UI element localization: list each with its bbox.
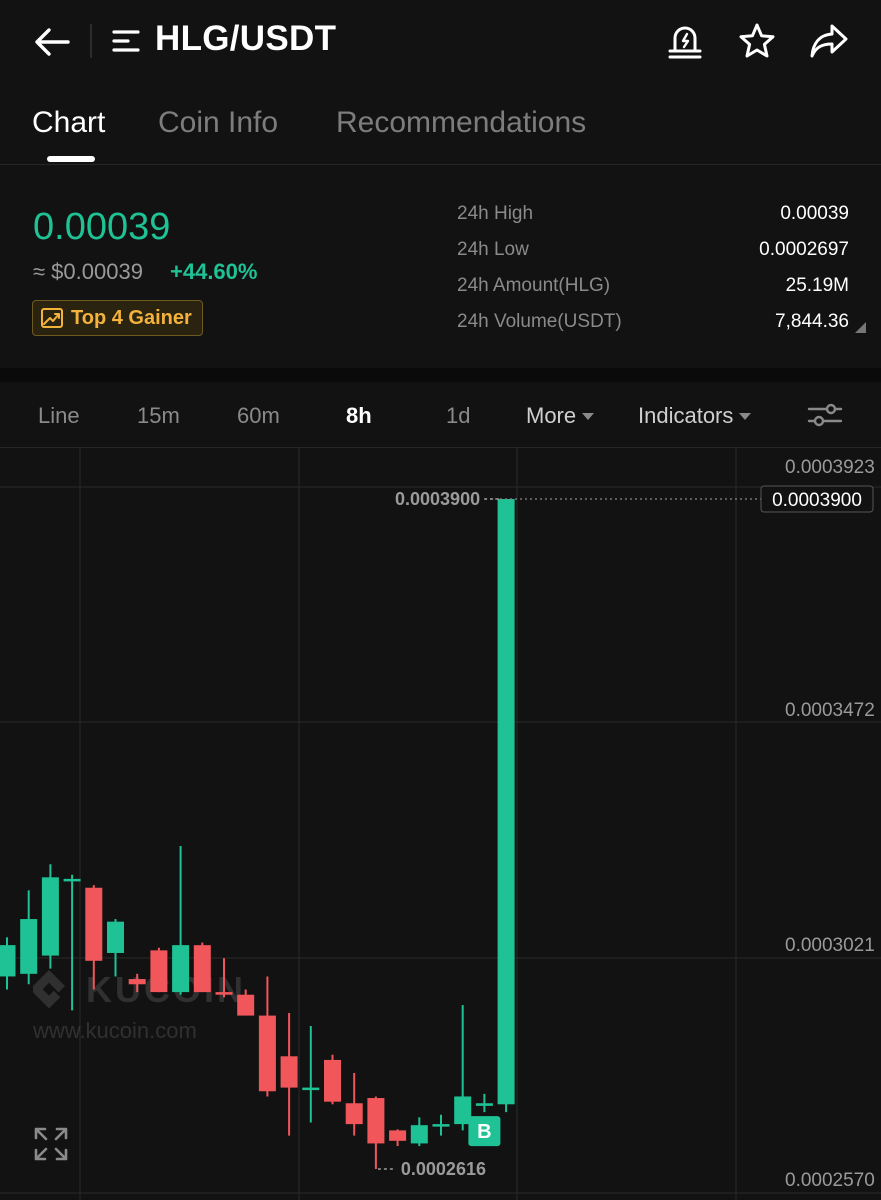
favorite-button[interactable] — [736, 20, 778, 62]
top-bar: HLG/USDT — [0, 0, 881, 82]
current-price-label: 0.0003900 — [772, 490, 862, 511]
candle-body — [172, 945, 190, 993]
stat-label: 24h Low — [457, 239, 529, 260]
indicators-label: Indicators — [638, 403, 734, 428]
candle-body — [345, 1103, 363, 1125]
stat-label: 24h Volume(USDT) — [457, 311, 622, 332]
chart-interval-bar: Line 15m 60m 8h 1d More Indicators — [0, 383, 881, 448]
candle-body — [280, 1056, 298, 1088]
low-marker: 0.0002616 — [377, 1159, 486, 1179]
back-button[interactable] — [30, 22, 74, 62]
trend-up-icon — [41, 308, 63, 328]
share-icon — [810, 24, 848, 58]
chevron-down-icon — [582, 413, 595, 420]
grid — [0, 448, 881, 1200]
low-marker-label: 0.0002616 — [401, 1159, 486, 1179]
candle-body — [237, 994, 255, 1016]
more-dropdown[interactable]: More — [526, 403, 595, 429]
pair-title[interactable]: HLG/USDT — [155, 19, 336, 59]
stat-value: 7,844.36 — [775, 311, 849, 332]
price-alert-button[interactable] — [664, 20, 706, 62]
header-divider — [90, 24, 92, 58]
fullscreen-button[interactable] — [33, 1126, 69, 1162]
interval-1d[interactable]: 1d — [446, 403, 470, 429]
candle-body — [107, 921, 124, 953]
stat-row-volume: 24h Volume(USDT) 7,844.36 — [457, 311, 849, 347]
candle-body — [258, 1015, 276, 1092]
candle-body — [85, 887, 103, 961]
price-change: +44.60% — [170, 259, 258, 284]
pair-menu-button[interactable] — [108, 24, 144, 58]
interval-line[interactable]: Line — [38, 403, 80, 429]
candle-body — [0, 945, 16, 977]
candle-body — [63, 878, 81, 882]
more-label: More — [526, 403, 577, 428]
kucoin-logo-icon — [33, 970, 65, 1009]
expand-icon — [34, 1127, 68, 1161]
tab-recommendations[interactable]: Recommendations — [336, 106, 586, 140]
stats-panel: 24h High 0.00039 24h Low 0.0002697 24h A… — [457, 203, 849, 347]
star-icon — [739, 23, 775, 58]
buy-marker[interactable]: B — [468, 1116, 501, 1147]
price-axis-label: 0.0003021 — [785, 935, 875, 956]
chart-canvas[interactable]: KUCOIN www.kucoin.com 0.0003900 0.000261… — [0, 448, 881, 1200]
candle-body — [302, 1087, 320, 1091]
current-price-box: 0.0003900 — [760, 485, 874, 513]
candle-body — [497, 499, 515, 1105]
candle-body — [150, 950, 168, 993]
interval-60m[interactable]: 60m — [237, 403, 280, 429]
gainer-badge[interactable]: Top 4 Gainer — [32, 300, 203, 336]
stat-value: 25.19M — [785, 275, 849, 296]
stats-expand-indicator[interactable] — [855, 322, 866, 333]
stat-row-high: 24h High 0.00039 — [457, 203, 849, 239]
menu-icon — [112, 30, 140, 52]
alert-bell-icon — [668, 26, 702, 59]
price-axis-label: 0.0003472 — [785, 700, 875, 721]
section-divider — [0, 368, 881, 382]
stat-value: 0.00039 — [780, 203, 849, 224]
stat-label: 24h Amount(HLG) — [457, 275, 611, 296]
watermark-url: www.kucoin.com — [32, 1018, 197, 1043]
tab-chart[interactable]: Chart — [32, 106, 105, 140]
page-tabs: Chart Coin Info Recommendations — [0, 92, 881, 165]
candle-body — [20, 919, 38, 974]
candle-body — [410, 1125, 428, 1144]
candle-body — [193, 945, 211, 993]
candles — [0, 499, 515, 1169]
active-tab-indicator — [47, 156, 95, 162]
price-axis-label: 0.0003923 — [785, 457, 875, 478]
stat-label: 24h High — [457, 203, 534, 224]
chevron-down-icon — [739, 413, 752, 420]
buy-marker-label: B — [477, 1121, 491, 1143]
stat-value: 0.0002697 — [759, 239, 849, 260]
candle-body — [389, 1130, 407, 1141]
candle-body — [215, 992, 233, 995]
tab-coin-info[interactable]: Coin Info — [158, 106, 278, 140]
interval-15m[interactable]: 15m — [137, 403, 180, 429]
candle-body — [324, 1059, 341, 1102]
candle-body — [128, 979, 146, 985]
high-marker: 0.0003900 — [395, 489, 501, 509]
candle-body — [367, 1098, 385, 1144]
stat-row-low: 24h Low 0.0002697 — [457, 239, 849, 275]
indicators-dropdown[interactable]: Indicators — [638, 403, 752, 429]
gainer-badge-label: Top 4 Gainer — [71, 306, 192, 329]
candle-body — [41, 877, 59, 956]
chart-settings-button[interactable] — [804, 397, 846, 433]
high-marker-label: 0.0003900 — [395, 489, 480, 509]
back-arrow-icon — [35, 28, 70, 56]
price-usd: ≈ $0.00039 — [33, 259, 143, 284]
price-axis: 0.0003923 0.0003472 0.0003021 0.0002570 — [785, 457, 875, 1191]
candle-body — [475, 1103, 493, 1106]
stat-row-amount: 24h Amount(HLG) 25.19M — [457, 275, 849, 311]
candlestick-chart[interactable]: KUCOIN www.kucoin.com 0.0003900 0.000261… — [0, 448, 881, 1200]
last-price: 0.00039 — [33, 206, 171, 248]
share-button[interactable] — [808, 20, 850, 62]
price-axis-label: 0.0002570 — [785, 1170, 875, 1191]
sliders-icon — [807, 403, 843, 427]
candle-body — [432, 1124, 450, 1127]
interval-8h[interactable]: 8h — [346, 403, 372, 429]
